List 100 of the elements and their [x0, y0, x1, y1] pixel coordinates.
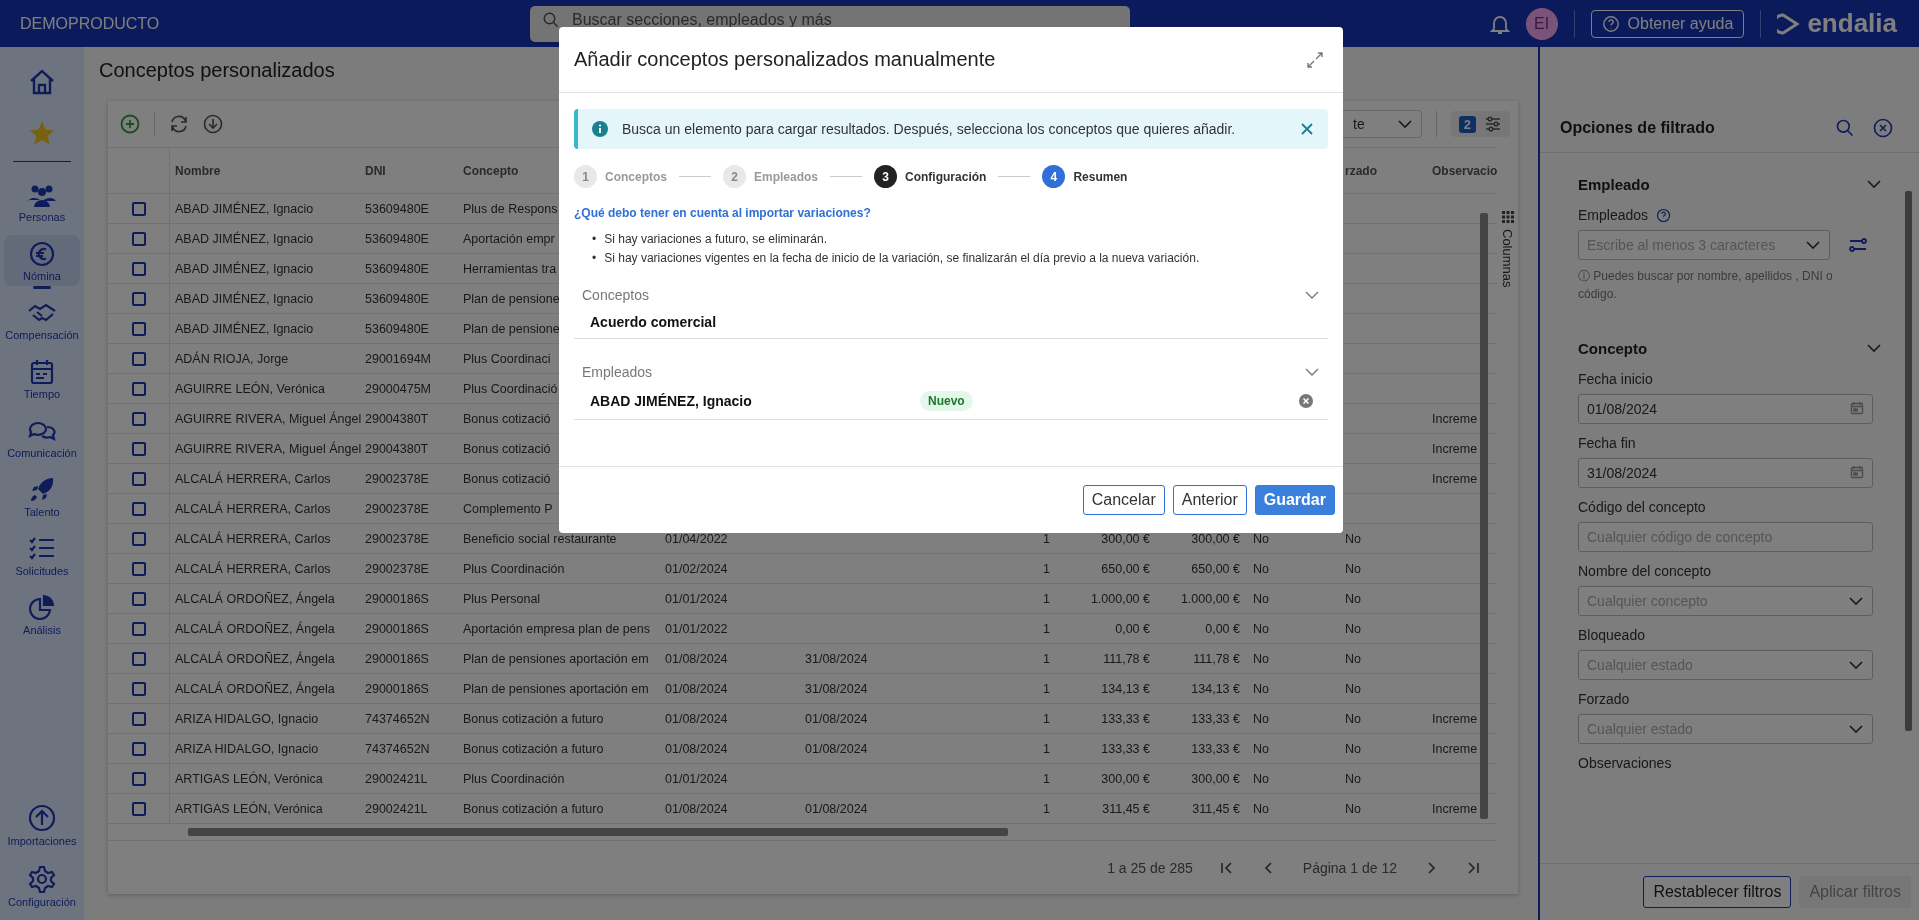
table-cell: 133,33 €: [1101, 711, 1150, 726]
last-page-icon[interactable]: [1465, 859, 1481, 876]
row-checkbox[interactable]: [131, 291, 146, 306]
columns-tab[interactable]: Columnas: [1497, 147, 1518, 894]
table-cell: 01/08/2024: [665, 711, 728, 726]
vertical-scrollbar[interactable]: [1905, 191, 1912, 731]
column-header[interactable]: rzado: [1345, 163, 1377, 178]
table-cell: ARIZA HIDALGO, Ignacio: [175, 741, 319, 756]
table-cell: No: [1253, 681, 1269, 696]
search-icon[interactable]: [1835, 118, 1855, 138]
row-checkbox[interactable]: [131, 591, 146, 606]
nav-item[interactable]: Tiempo: [4, 353, 80, 404]
row-checkbox[interactable]: [131, 351, 146, 366]
refresh-icon[interactable]: [169, 114, 189, 134]
filter-button[interactable]: Restablecer filtros: [1643, 876, 1792, 908]
row-checkbox[interactable]: [131, 681, 146, 696]
nav-item[interactable]: Solicitudes: [4, 530, 80, 581]
field-label: Observaciones: [1578, 755, 1672, 771]
row-checkbox[interactable]: [131, 471, 146, 486]
row-checkbox[interactable]: [131, 261, 146, 276]
date-field[interactable]: 31/08/2024: [1578, 458, 1873, 488]
row-checkbox[interactable]: [131, 411, 146, 426]
column-header[interactable]: Concepto: [463, 163, 519, 178]
remove-icon[interactable]: [1298, 393, 1314, 409]
table-cell: Increme: [1432, 711, 1478, 726]
row-checkbox[interactable]: [131, 741, 146, 756]
help-icon[interactable]: [1656, 207, 1672, 223]
row-checkbox[interactable]: [131, 771, 146, 786]
table-cell: 1: [1043, 771, 1050, 786]
column-header[interactable]: Nombre: [175, 163, 221, 178]
nav-item[interactable]: Comunicación: [4, 412, 80, 463]
add-icon[interactable]: [120, 114, 140, 134]
table-cell: AGUIRRE RIVERA, Miguel Ángel: [175, 411, 362, 426]
expand-icon[interactable]: [1307, 51, 1323, 68]
column-header[interactable]: Observacio: [1432, 163, 1498, 178]
row-checkbox[interactable]: [131, 651, 146, 666]
euro-icon: [27, 240, 57, 268]
field-label: Forzado: [1578, 691, 1630, 707]
table-cell: 53609480E: [365, 231, 429, 246]
close-icon[interactable]: [1300, 122, 1314, 136]
dialog-button[interactable]: Anterior: [1172, 485, 1247, 515]
dialog-button[interactable]: Cancelar: [1082, 485, 1165, 515]
column-header[interactable]: DNI: [365, 163, 386, 178]
row-checkbox[interactable]: [131, 231, 146, 246]
horizontal-scrollbar[interactable]: [188, 828, 1008, 836]
help-link[interactable]: ¿Qué debo tener en cuenta al importar variaciones?: [574, 206, 871, 220]
calendar-icon[interactable]: [1850, 401, 1864, 415]
row-checkbox[interactable]: [131, 381, 146, 396]
first-page-icon[interactable]: [1218, 859, 1235, 876]
table-cell: 300,00 €: [1101, 531, 1150, 546]
table-cell: 29002378E: [365, 471, 429, 486]
section-header[interactable]: Conceptos: [574, 284, 1328, 306]
row-checkbox[interactable]: [131, 501, 146, 516]
step-number: 3: [874, 165, 898, 188]
user-avatar[interactable]: EI: [1525, 7, 1558, 40]
section-header[interactable]: Empleado: [1578, 169, 1883, 199]
table-cell: 1: [1043, 651, 1050, 666]
table-cell: Bonus cotización a futuro: [463, 801, 604, 816]
table-cell: ABAD JIMÉNEZ, Ignacio: [175, 321, 314, 336]
table-cell: No: [1345, 561, 1361, 576]
table-cell: ABAD JIMÉNEZ, Ignacio: [175, 201, 314, 216]
help-button[interactable]: Obtener ayuda: [1590, 9, 1745, 38]
nav-item[interactable]: Nómina: [4, 235, 80, 286]
table-cell: ALCALÁ HERRERA, Carlos: [175, 501, 331, 516]
row-checkbox[interactable]: [131, 441, 146, 456]
table-cell: ALCALÁ HERRERA, Carlos: [175, 471, 331, 486]
nav-item[interactable]: Importaciones: [4, 798, 80, 851]
table-cell: 133,33 €: [1191, 741, 1240, 756]
step-number: 4: [1042, 165, 1066, 188]
table-cell: No: [1345, 621, 1361, 636]
table-cell: Bonus cotizació: [463, 411, 551, 426]
table-cell: Plus Coordinació: [463, 381, 558, 396]
row-checkbox[interactable]: [131, 621, 146, 636]
sliders-icon[interactable]: [1848, 237, 1868, 253]
nav-item[interactable]: Configuración: [4, 859, 80, 912]
nav-item[interactable]: Personas: [4, 176, 80, 227]
star-icon[interactable]: [28, 119, 56, 147]
section-header[interactable]: Concepto: [1578, 333, 1883, 363]
nav-item[interactable]: Análisis: [4, 589, 80, 640]
row-checkbox[interactable]: [131, 321, 146, 336]
close-icon[interactable]: [1873, 118, 1893, 138]
date-field[interactable]: 01/08/2024: [1578, 394, 1873, 424]
row-checkbox[interactable]: [131, 531, 146, 546]
dialog-button[interactable]: Guardar: [1254, 485, 1335, 515]
vertical-scrollbar[interactable]: [1480, 213, 1488, 819]
row-checkbox[interactable]: [131, 561, 146, 576]
calendar-icon[interactable]: [1850, 465, 1864, 479]
row-checkbox[interactable]: [131, 711, 146, 726]
table-cell: Increme: [1432, 411, 1478, 426]
section-header[interactable]: Empleados: [574, 361, 1328, 383]
table-cell: 01/08/2024: [665, 681, 728, 696]
row-checkbox[interactable]: [131, 201, 146, 216]
nav-item[interactable]: Talento: [4, 471, 80, 522]
download-icon[interactable]: [203, 114, 223, 134]
table-cell: 29004380T: [365, 441, 429, 456]
nav-item[interactable]: Compensación: [4, 294, 80, 345]
row-checkbox[interactable]: [131, 801, 146, 816]
panel-title: Opciones de filtrado: [1560, 119, 1716, 137]
pie-chart-icon: [27, 594, 57, 622]
filter-button[interactable]: 2: [1450, 111, 1510, 137]
